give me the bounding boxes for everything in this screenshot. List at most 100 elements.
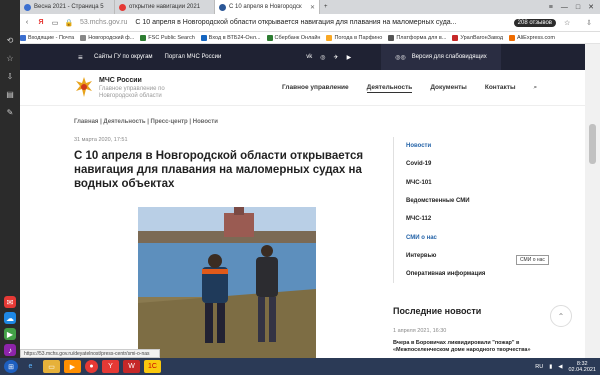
bookmark-item[interactable]: FSC Public Search (140, 34, 195, 41)
downloads-icon[interactable]: ⇩ (4, 70, 16, 82)
clock-date: 02.04.2021 (568, 366, 596, 373)
windows-taskbar: ⊞ e ▭ ▶ ● Y W 1C RU ▮ ◀ 8:32 02.04.2021 (0, 358, 600, 375)
section-menu-item[interactable]: Интервью (394, 247, 513, 265)
mail-icon[interactable]: ✉ (4, 296, 16, 308)
bookmark-label: УралВагонЗавод (460, 34, 504, 41)
bookmark-item[interactable]: УралВагонЗавод (452, 34, 504, 41)
section-menu-item[interactable]: Оперативная информация (394, 265, 513, 283)
window-controls: ≡ — □ ✕ (543, 0, 600, 14)
brand-name[interactable]: МЧС России (99, 77, 142, 84)
chevron-up-icon: ⌃ (557, 311, 565, 321)
vision-impaired-button[interactable]: ◎◎ Версия для слабовидящих (381, 44, 501, 70)
reviews-badge[interactable]: 208 отзывов (513, 18, 556, 27)
vk-icon[interactable]: vk (306, 54, 312, 61)
bookmark-favicon (388, 34, 395, 41)
yandex-icon[interactable]: Я (34, 19, 48, 26)
scrollbar-thumb[interactable] (589, 124, 596, 164)
browser-sidebar: ⟲ ☆ ⇩ ▤ ✎ ✉ ☁ ▶ ♪ (0, 0, 20, 358)
volume-icon[interactable]: ◀ (558, 364, 562, 370)
nav-activity[interactable]: Деятельность (366, 84, 413, 93)
maximize-icon[interactable]: □ (576, 4, 580, 11)
article-photo[interactable] (74, 207, 380, 358)
mchs-emblem-icon[interactable] (75, 76, 93, 98)
site-top-bar: ≡ Сайты ГУ по округам Портал МЧС России … (20, 44, 585, 70)
nav-documents[interactable]: Документы (430, 84, 467, 93)
scroll-to-top-button[interactable]: ⌃ (550, 305, 572, 327)
search-icon[interactable]: ⌕ (534, 84, 538, 93)
language-indicator[interactable]: RU (535, 364, 543, 370)
bookmark-icon[interactable]: ☆ (564, 19, 570, 27)
latest-news-link[interactable]: Вчера в Боровичах ликвидировали "пожар" … (393, 340, 553, 354)
bookmark-item[interactable]: AliExpress.com (509, 34, 555, 41)
office-icon[interactable]: W (123, 360, 140, 373)
section-menu-item[interactable]: Ведомственные СМИ (394, 192, 513, 210)
history-icon[interactable]: ⟲ (4, 34, 16, 46)
yandex-browser-icon[interactable]: Y (102, 360, 119, 373)
section-menu-item[interactable]: МЧС-112 (394, 210, 513, 228)
bookmarks-icon[interactable]: ☆ (4, 52, 16, 64)
tab-bar: Весна 2021 - Страница 5 открытие навигац… (20, 0, 600, 14)
bookmark-favicon (20, 34, 26, 41)
bookmark-item[interactable]: Погода в Парфино (326, 34, 382, 41)
tab-0[interactable]: Весна 2021 - Страница 5 (20, 0, 115, 14)
tab-title: С 10 апреля в Новгородск (229, 4, 302, 10)
new-tab-button[interactable]: + (320, 0, 332, 14)
system-tray: RU ▮ ◀ 8:32 02.04.2021 (535, 361, 600, 373)
menu-icon[interactable]: ≡ (549, 4, 553, 11)
chrome-icon[interactable]: ● (85, 360, 98, 373)
tab-1[interactable]: открытие навигации 2021 (115, 0, 215, 14)
download-icon[interactable]: ⇩ (586, 19, 592, 27)
onec-icon[interactable]: 1C (144, 360, 161, 373)
article-title: С 10 апреля в Новгородской области откры… (74, 150, 364, 190)
ok-icon[interactable]: ◎ (320, 54, 325, 61)
tabs-icon[interactable]: ▭ (48, 19, 62, 27)
latest-news-heading: Последние новости (393, 306, 482, 316)
back-icon[interactable]: ‹ (20, 19, 34, 26)
tab-2[interactable]: С 10 апреля в Новгородск ✕ (215, 0, 320, 14)
bookmark-item[interactable]: Сбербанк Онлайн (266, 34, 321, 41)
link-regional-sites[interactable]: Сайты ГУ по округам (94, 54, 153, 60)
messenger-icon[interactable]: ▶ (4, 328, 16, 340)
bookmark-item[interactable]: Новгородский ф... (80, 34, 134, 41)
link-mchs-portal[interactable]: Портал МЧС России (165, 54, 222, 60)
media-icon[interactable]: ▶ (64, 360, 81, 373)
bookmark-favicon (140, 34, 147, 41)
bookmark-item[interactable]: Входящие - Почта (20, 34, 75, 41)
river-scene-image (74, 207, 380, 358)
telegram-icon[interactable]: ✈ (334, 54, 339, 61)
network-icon[interactable]: ▮ (549, 364, 552, 370)
youtube-icon[interactable]: ▶ (347, 54, 352, 61)
section-menu-item[interactable]: СМИ о нас (394, 228, 513, 246)
latest-news-date: 1 апреля 2021, 16:30 (393, 328, 447, 334)
close-icon[interactable]: ✕ (307, 4, 315, 11)
notes-icon[interactable]: ✎ (4, 106, 16, 118)
breadcrumb[interactable]: Главная | Деятельность | Пресс-центр | Н… (74, 119, 218, 125)
bookmark-label: Сбербанк Онлайн (274, 34, 321, 41)
close-window-icon[interactable]: ✕ (588, 3, 594, 11)
page-title-in-bar[interactable]: С 10 апреля в Новгородской области откры… (135, 19, 456, 26)
url-text[interactable]: 53.mchs.gov.ru (80, 19, 127, 26)
disk-icon[interactable]: ☁ (4, 312, 16, 324)
bookmark-label: Входящие - Почта (28, 34, 75, 41)
nav-main-office[interactable]: Главное управление (282, 84, 349, 93)
ie-icon[interactable]: e (22, 360, 39, 373)
bookmark-item[interactable]: Платформа для в... (388, 34, 446, 41)
music-icon[interactable]: ♪ (4, 344, 16, 356)
section-menu-item[interactable]: Covid-19 (394, 155, 513, 173)
section-menu-item[interactable]: Новости (394, 137, 513, 155)
collections-icon[interactable]: ▤ (4, 88, 16, 100)
section-menu-item[interactable]: МЧС-101 (394, 174, 513, 192)
nav-contacts[interactable]: Контакты (485, 84, 516, 93)
bookmark-favicon (266, 34, 273, 41)
article-date: 31 марта 2020, 17:51 (74, 137, 128, 143)
hamburger-icon[interactable]: ≡ (78, 53, 88, 62)
bookmark-item[interactable]: Вход в ВТБ24-Онл... (200, 34, 261, 41)
explorer-icon[interactable]: ▭ (43, 360, 60, 373)
clock[interactable]: 8:32 02.04.2021 (568, 361, 596, 373)
social-links: vk ◎ ✈ ▶ (306, 54, 351, 61)
bookmark-label: AliExpress.com (517, 34, 555, 41)
start-button[interactable]: ⊞ (4, 360, 18, 373)
minimize-icon[interactable]: — (561, 4, 568, 11)
tab-title: открытие навигации 2021 (129, 4, 201, 10)
page-scrollbar[interactable] (585, 44, 600, 358)
